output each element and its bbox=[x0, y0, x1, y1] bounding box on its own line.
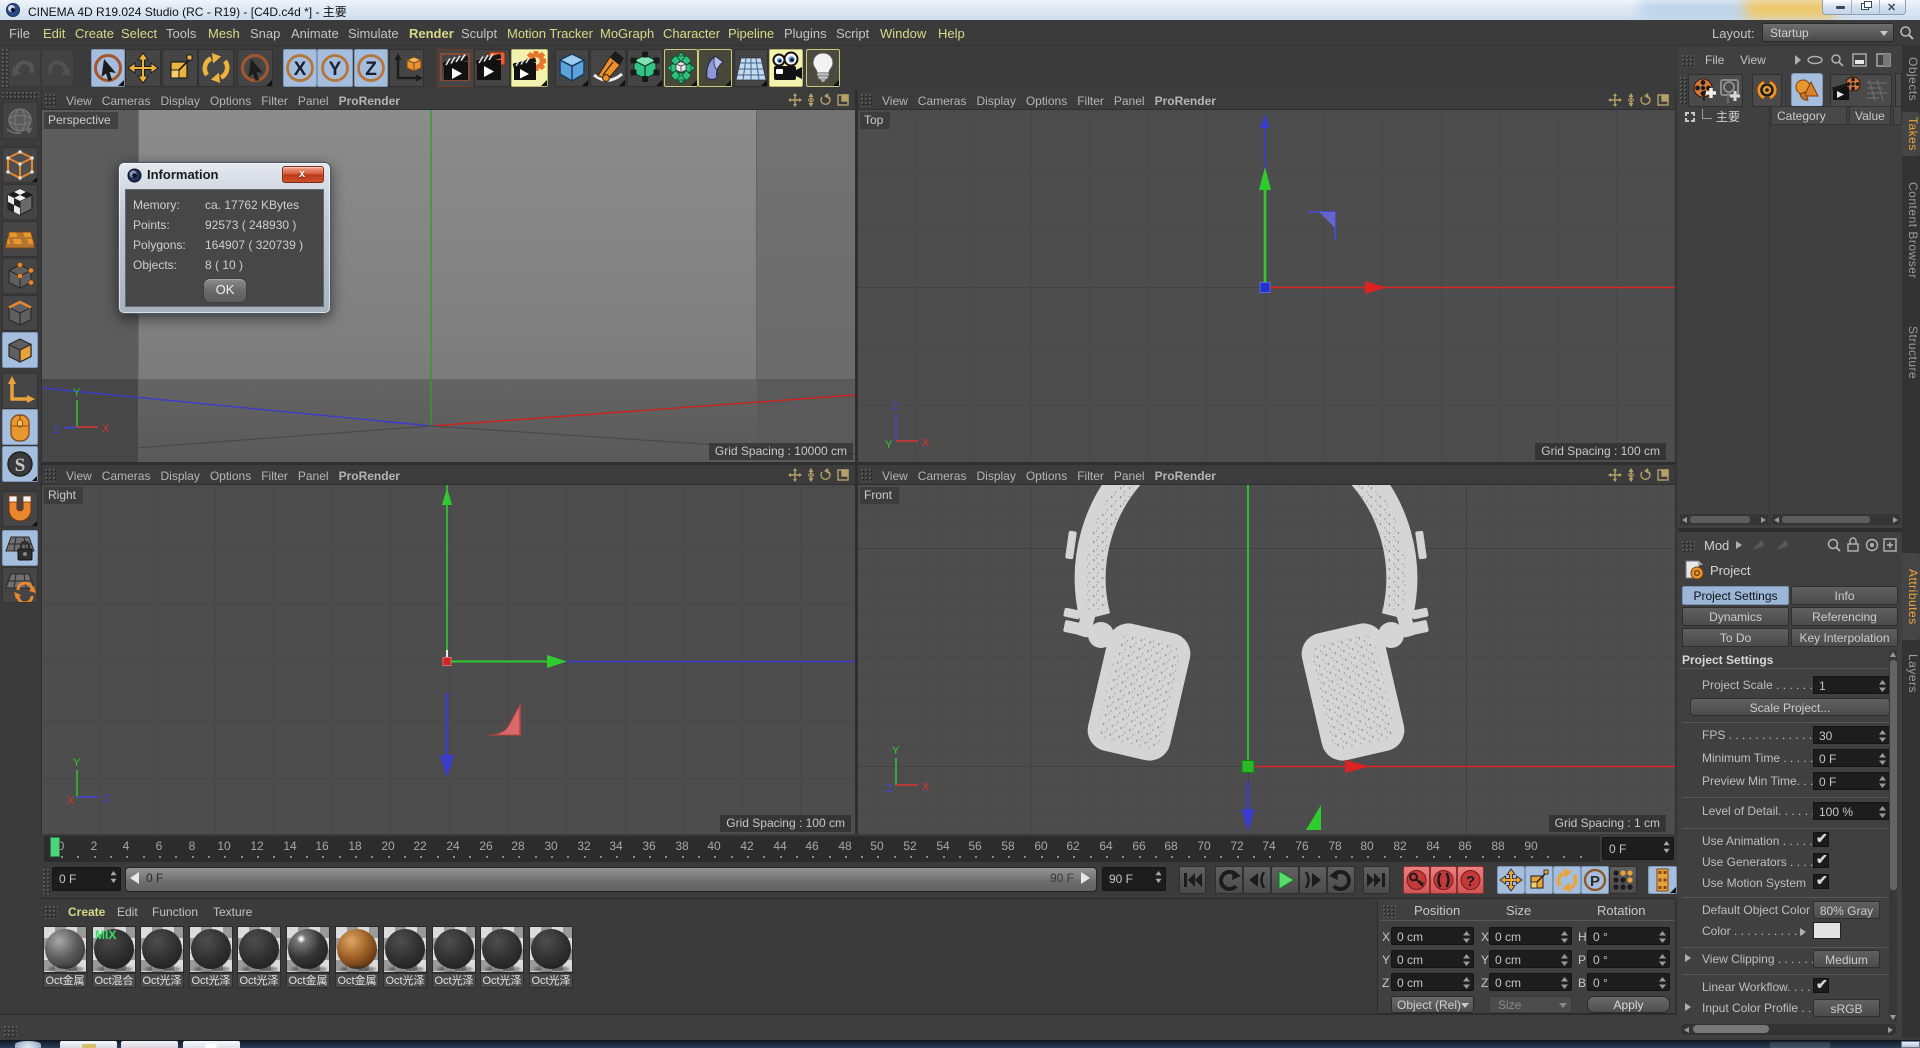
svg-text:?: ? bbox=[1466, 873, 1475, 890]
svg-text:X: X bbox=[67, 795, 75, 807]
svg-text:Y: Y bbox=[73, 387, 81, 399]
svg-text:X: X bbox=[922, 437, 930, 449]
svg-text:Z: Z bbox=[365, 59, 377, 80]
svg-text:Y: Y bbox=[892, 745, 900, 757]
svg-text:Y: Y bbox=[885, 439, 893, 451]
svg-text:Z: Z bbox=[103, 793, 110, 805]
svg-text:Z: Z bbox=[892, 401, 899, 413]
svg-text:X: X bbox=[922, 781, 930, 793]
svg-text:Z: Z bbox=[53, 424, 60, 436]
svg-text:P: P bbox=[1590, 873, 1600, 890]
svg-text:X: X bbox=[294, 59, 307, 80]
svg-text:Y: Y bbox=[73, 757, 81, 769]
svg-text:X: X bbox=[102, 423, 110, 435]
svg-text:Y: Y bbox=[329, 59, 342, 80]
svg-text:S: S bbox=[15, 455, 26, 476]
svg-text:Z: Z bbox=[886, 783, 893, 795]
